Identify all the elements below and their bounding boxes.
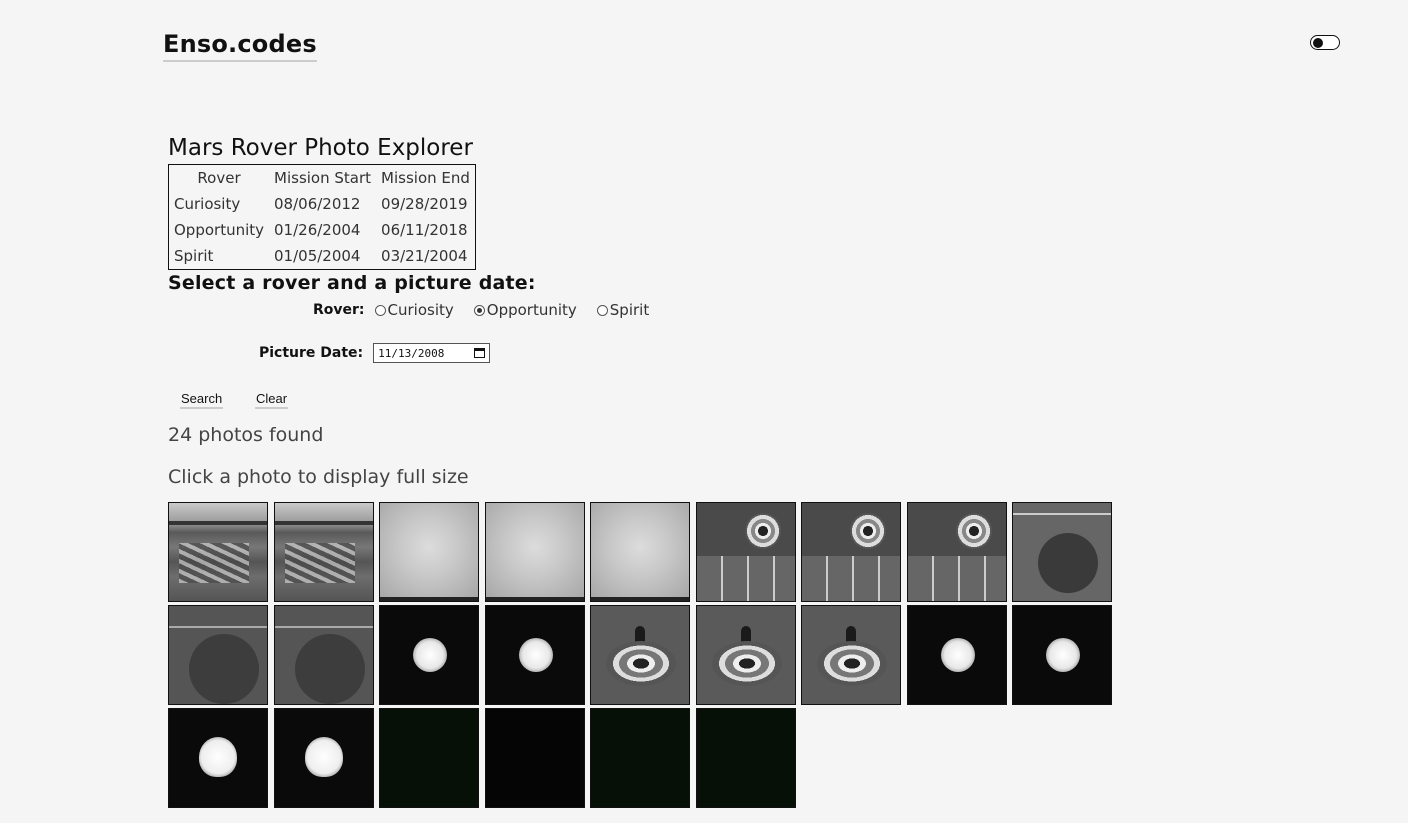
photo-thumbnail[interactable] — [484, 708, 585, 808]
radio-label: Opportunity — [486, 301, 577, 319]
theme-toggle[interactable] — [1310, 35, 1340, 50]
photo-thumbnail[interactable] — [906, 502, 1007, 602]
table-cell: 06/11/2018 — [381, 221, 468, 239]
photo-thumbnail[interactable] — [695, 605, 796, 705]
photo-thumbnail[interactable] — [590, 708, 690, 808]
rover-radio-spirit[interactable]: Spirit — [596, 301, 650, 319]
search-button[interactable]: Search — [180, 391, 224, 409]
photo-thumbnail[interactable] — [168, 605, 268, 705]
date-input[interactable]: 11/13/2008 — [373, 343, 491, 363]
missions-table: Rover Mission Start Mission End Curiosit… — [168, 164, 476, 270]
photo-thumbnail[interactable] — [695, 708, 796, 808]
rover-radio-curiosity[interactable]: Curiosity — [374, 301, 454, 319]
photo-thumbnail[interactable] — [168, 708, 268, 808]
photo-thumbnail[interactable] — [379, 605, 479, 705]
photo-thumbnail[interactable] — [379, 502, 479, 602]
photo-thumbnail[interactable] — [801, 605, 901, 705]
table-cell: Spirit — [174, 247, 214, 265]
photo-thumbnail[interactable] — [590, 502, 690, 602]
photo-thumbnail[interactable] — [906, 605, 1007, 705]
rover-label: Rover: — [313, 302, 365, 318]
results-hint: Click a photo to display full size — [168, 466, 469, 488]
table-cell: 09/28/2019 — [381, 195, 468, 213]
clear-button[interactable]: Clear — [255, 391, 289, 409]
photo-thumbnail[interactable] — [484, 605, 585, 705]
photo-thumbnail[interactable] — [695, 502, 796, 602]
rover-radio-opportunity[interactable]: Opportunity — [473, 301, 577, 319]
radio-icon[interactable] — [374, 304, 386, 316]
radio-label: Spirit — [609, 301, 650, 319]
toggle-knob — [1313, 37, 1323, 48]
page-title: Mars Rover Photo Explorer — [168, 135, 473, 161]
photo-thumbnail[interactable] — [168, 502, 268, 602]
photo-thumbnail[interactable] — [273, 605, 374, 705]
form-heading: Select a rover and a picture date: — [168, 272, 536, 294]
radio-label: Curiosity — [387, 301, 454, 319]
column-header: Mission Start — [274, 169, 372, 187]
column-header: Rover — [197, 169, 241, 187]
table-cell: 03/21/2004 — [381, 247, 468, 265]
table-cell: Curiosity — [174, 195, 241, 213]
table-cell: 08/06/2012 — [274, 195, 361, 213]
photo-thumbnail[interactable] — [1012, 605, 1112, 705]
date-value: 11/13/2008 — [378, 346, 445, 360]
date-label: Picture Date: — [259, 345, 364, 361]
column-header: Mission End — [381, 169, 470, 187]
radio-icon[interactable] — [596, 304, 608, 316]
calendar-icon[interactable] — [474, 348, 486, 358]
photo-thumbnail[interactable] — [273, 708, 374, 808]
photo-thumbnail[interactable] — [273, 502, 374, 602]
site-logo[interactable]: Enso.codes — [163, 30, 317, 62]
table-cell: Opportunity — [174, 221, 265, 239]
table-header-row: Rover Mission Start Mission End — [169, 165, 475, 191]
photo-thumbnail[interactable] — [1012, 502, 1112, 602]
table-row: Opportunity 01/26/2004 06/11/2018 — [169, 217, 475, 243]
rover-selector: Rover: Curiosity Opportunity Spirit — [313, 301, 669, 319]
photo-thumbnail[interactable] — [379, 708, 479, 808]
table-row: Curiosity 08/06/2012 09/28/2019 — [169, 191, 475, 217]
date-selector: Picture Date: 11/13/2008 — [259, 343, 491, 363]
table-cell: 01/05/2004 — [274, 247, 361, 265]
photo-grid — [168, 502, 1112, 808]
photo-thumbnail[interactable] — [801, 502, 901, 602]
results-count: 24 photos found — [168, 424, 324, 446]
photo-thumbnail[interactable] — [484, 502, 585, 602]
table-row: Spirit 01/05/2004 03/21/2004 — [169, 243, 475, 269]
table-cell: 01/26/2004 — [274, 221, 361, 239]
radio-selected-icon[interactable] — [473, 304, 485, 316]
photo-thumbnail[interactable] — [590, 605, 690, 705]
